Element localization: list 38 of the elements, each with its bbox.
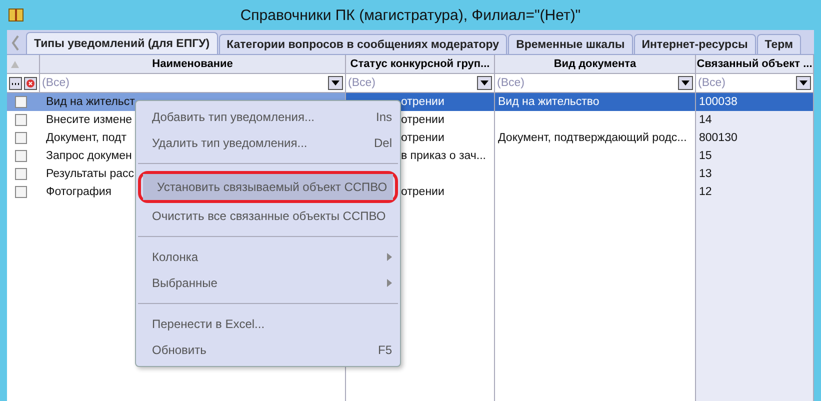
table-cell: Вид на жительство — [495, 93, 696, 111]
submenu-arrow-icon — [387, 253, 392, 261]
menu-item[interactable]: Очистить все связанные объекты ССПВО — [138, 203, 398, 229]
column-header[interactable]: Наименование — [40, 55, 346, 74]
clear-filter-icon[interactable] — [24, 76, 37, 90]
window-title: Справочники ПК (магистратура), Филиал="(Нет)" — [239, 6, 582, 24]
tab[interactable]: Интернет-ресурсы — [634, 34, 756, 54]
menu-item[interactable]: Колонка — [138, 244, 398, 270]
checkbox[interactable] — [15, 132, 27, 144]
checkbox[interactable] — [15, 186, 27, 198]
dropdown-button[interactable] — [328, 76, 343, 90]
table-cell: 800130 — [696, 129, 814, 147]
dropdown-button[interactable] — [796, 76, 811, 90]
table-cell: 12 — [696, 183, 814, 201]
checkbox[interactable] — [15, 114, 27, 126]
more-icon[interactable] — [9, 76, 22, 90]
book-icon — [8, 8, 24, 22]
checkbox[interactable] — [15, 96, 27, 108]
table-cell: 100038 — [696, 93, 814, 111]
submenu-arrow-icon — [387, 279, 392, 287]
dropdown-button[interactable] — [678, 76, 693, 90]
table-cell: 15 — [696, 147, 814, 165]
tab[interactable]: Временные шкалы — [508, 34, 633, 54]
table-cell: 13 — [696, 165, 814, 183]
tab[interactable]: Терм — [756, 34, 802, 54]
menu-item[interactable]: Установить связываемый объект ССПВО — [143, 174, 393, 200]
column-header[interactable]: Статус конкурсной груп... — [346, 55, 495, 74]
table-cell: 14 — [696, 111, 814, 129]
checkbox[interactable] — [15, 150, 27, 162]
tab[interactable]: Категории вопросов в сообщениях модератору — [218, 34, 508, 54]
menu-item[interactable]: Выбранные — [138, 270, 398, 296]
tab[interactable]: Типы уведомлений (для ЕПГУ) — [26, 32, 218, 54]
column-header[interactable]: Связанный объект ... — [696, 55, 814, 74]
column-header[interactable]: Вид документа — [495, 55, 696, 74]
menu-item[interactable]: Обновить F5 — [138, 337, 398, 363]
checkbox[interactable] — [15, 168, 27, 180]
menu-item[interactable]: Перенести в Excel... — [138, 311, 398, 337]
dropdown-button[interactable] — [477, 76, 492, 90]
